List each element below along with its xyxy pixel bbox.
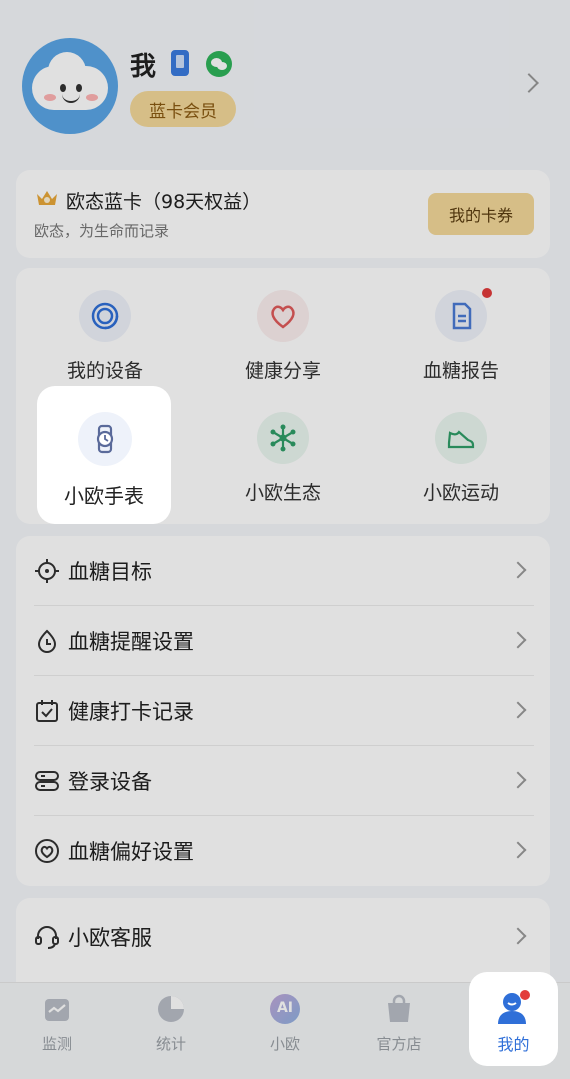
profile-icon bbox=[495, 990, 531, 1026]
profile-page: 我 蓝卡会员 欧态蓝卡（98天权益） 欧态，为生命而记录 我的卡券 我的设备 健… bbox=[0, 0, 570, 1079]
watch-label: 小欧手表 bbox=[64, 484, 144, 508]
guide-overlay bbox=[0, 0, 570, 1079]
tab-label: 我的 bbox=[497, 1035, 530, 1054]
watch-icon bbox=[78, 412, 132, 466]
spotlight-watch[interactable]: 小欧手表 bbox=[37, 386, 171, 524]
tab-mine[interactable]: 我的 bbox=[469, 972, 558, 1066]
